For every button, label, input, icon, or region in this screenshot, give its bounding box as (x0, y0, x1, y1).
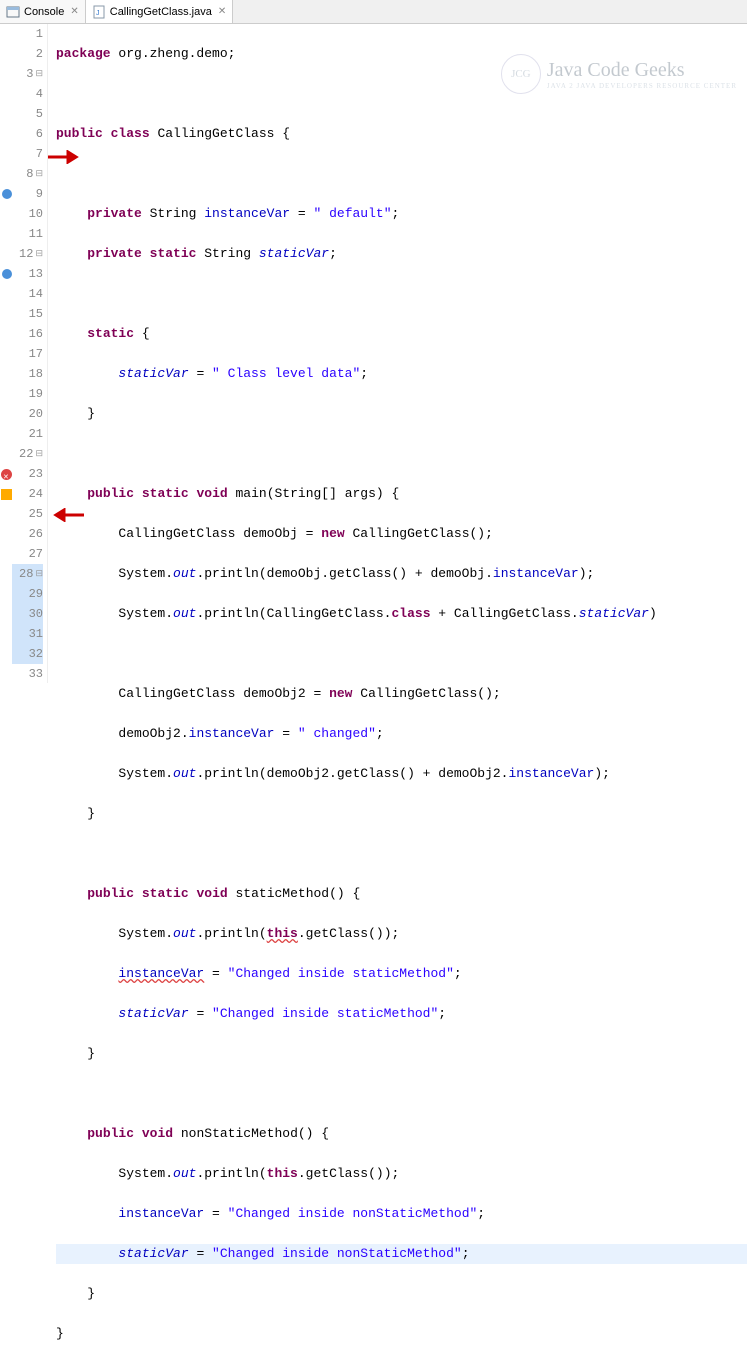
line-number: 8⊟ (12, 164, 43, 184)
fold-icon[interactable]: ⊟ (35, 64, 43, 84)
line-number: 1 (12, 24, 43, 44)
line-number: 12⊟ (12, 244, 43, 264)
code-area[interactable]: package org.zheng.demo; public class Cal… (48, 24, 747, 683)
line-number: 5 (12, 104, 43, 124)
error-marker-icon (1, 469, 12, 480)
warn-marker-icon (1, 489, 12, 500)
editor-tabs: Console ✕ J CallingGetClass.java ✕ (0, 0, 747, 24)
line-number: 9 (12, 184, 43, 204)
line-number: 24 (12, 484, 43, 504)
fold-icon[interactable]: ⊟ (35, 244, 43, 264)
watermark-badge: JCG (501, 54, 541, 94)
fold-icon[interactable]: ⊟ (35, 564, 43, 584)
line-number: 27 (12, 544, 43, 564)
marker-gutter (0, 24, 12, 683)
breakpoint-icon (2, 189, 12, 199)
line-number: 15 (12, 304, 43, 324)
line-number: 26 (12, 524, 43, 544)
line-number: 14 (12, 284, 43, 304)
tab-file-label: CallingGetClass.java (110, 6, 212, 18)
tab-console-label: Console (24, 6, 64, 18)
annotation-arrow-icon (46, 508, 86, 522)
line-number: 2 (12, 44, 43, 64)
code-editor: JCG Java Code Geeks JAVA 2 JAVA DEVELOPE… (0, 24, 747, 683)
annotation-arrow-icon (46, 150, 86, 164)
tab-file[interactable]: J CallingGetClass.java ✕ (86, 0, 234, 23)
line-number: 11 (12, 224, 43, 244)
line-number: 21 (12, 424, 43, 444)
close-icon[interactable]: ✕ (70, 6, 78, 17)
watermark-sub: JAVA 2 JAVA DEVELOPERS RESOURCE CENTER (547, 82, 737, 90)
line-number: 17 (12, 344, 43, 364)
line-number-gutter: 123⊟45678⊟9101112⊟13141516171819202122⊟2… (12, 24, 48, 683)
line-number: 31 (12, 624, 43, 644)
line-number: 10 (12, 204, 43, 224)
close-icon[interactable]: ✕ (218, 6, 226, 17)
svg-text:J: J (96, 10, 100, 17)
line-number: 16 (12, 324, 43, 344)
breakpoint-icon (2, 269, 12, 279)
line-number: 25 (12, 504, 43, 524)
watermark-main: Java Code Geeks (547, 59, 685, 81)
console-icon (6, 5, 20, 19)
line-number: 18 (12, 364, 43, 384)
line-number: 3⊟ (12, 64, 43, 84)
line-number: 6 (12, 124, 43, 144)
line-number: 20 (12, 404, 43, 424)
line-number: 33 (12, 664, 43, 684)
fold-icon[interactable]: ⊟ (35, 444, 43, 464)
line-number: 30 (12, 604, 43, 624)
java-file-icon: J (92, 5, 106, 19)
line-number: 19 (12, 384, 43, 404)
line-number: 22⊟ (12, 444, 43, 464)
line-number: 23 (12, 464, 43, 484)
line-number: 29 (12, 584, 43, 604)
line-number: 7 (12, 144, 43, 164)
fold-icon[interactable]: ⊟ (35, 164, 43, 184)
line-number: 4 (12, 84, 43, 104)
line-number: 13 (12, 264, 43, 284)
watermark-logo: JCG Java Code Geeks JAVA 2 JAVA DEVELOPE… (501, 54, 737, 94)
tab-console[interactable]: Console ✕ (0, 0, 86, 23)
line-number: 32 (12, 644, 43, 664)
line-number: 28⊟ (12, 564, 43, 584)
